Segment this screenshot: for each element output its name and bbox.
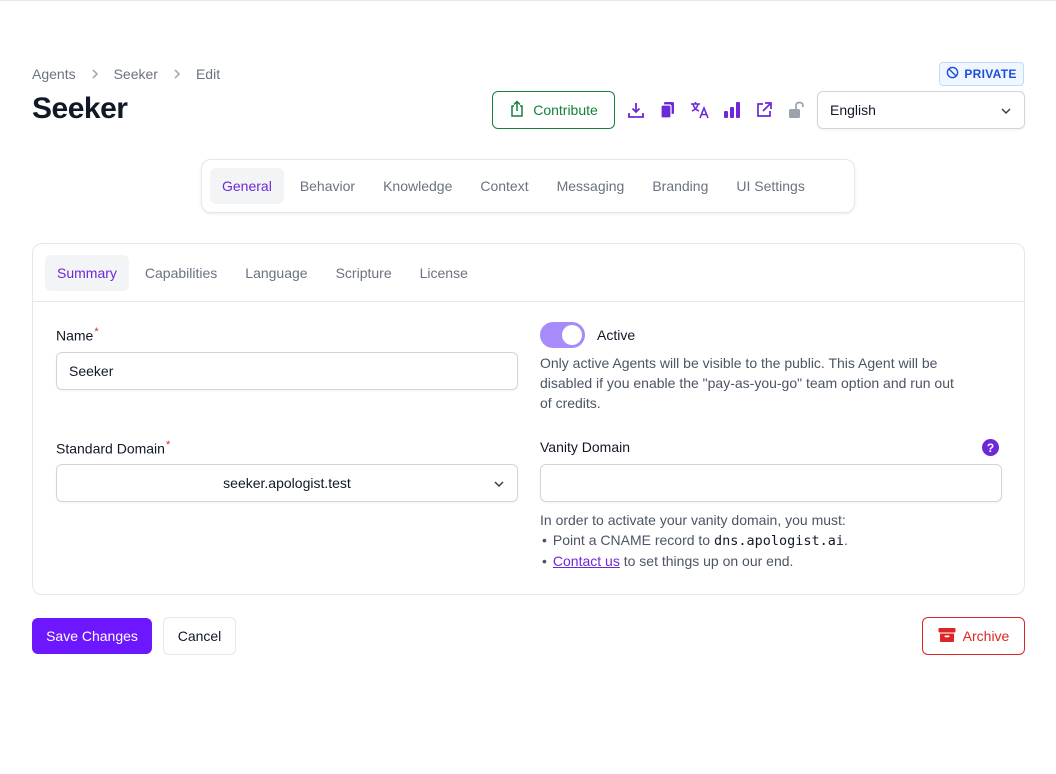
tab-messaging[interactable]: Messaging xyxy=(545,168,637,204)
tab-knowledge[interactable]: Knowledge xyxy=(371,168,464,204)
no-entry-icon xyxy=(946,66,959,82)
archive-button[interactable]: Archive xyxy=(922,617,1025,655)
archive-box-icon xyxy=(938,627,956,646)
vanity-step-1: • Point a CNAME record to dns.apologist.… xyxy=(540,530,1010,551)
subtab-license[interactable]: License xyxy=(408,255,480,291)
help-icon[interactable]: ? xyxy=(982,439,999,456)
cname-target: dns.apologist.ai xyxy=(713,533,845,549)
chevron-down-icon xyxy=(1000,104,1012,120)
active-toggle[interactable] xyxy=(540,322,585,348)
main-tabs: General Behavior Knowledge Context Messa… xyxy=(201,159,855,213)
breadcrumb-item-edit: Edit xyxy=(195,66,221,82)
download-icon[interactable] xyxy=(625,99,647,121)
vanity-help-text: In order to activate your vanity domain,… xyxy=(540,510,1010,571)
breadcrumb-item-agents[interactable]: Agents xyxy=(32,66,76,82)
breadcrumb: Agents Seeker Edit xyxy=(32,64,220,84)
active-label: Active xyxy=(597,327,636,343)
vanity-domain-input[interactable] xyxy=(540,464,1002,502)
save-changes-button[interactable]: Save Changes xyxy=(32,618,152,654)
active-help-line: Only active Agents will be visible to th… xyxy=(540,355,938,371)
standard-domain-label: Standard Domain* xyxy=(56,439,170,457)
active-help-line: disabled if you enable the "pay-as-you-g… xyxy=(540,375,954,391)
subtab-summary[interactable]: Summary xyxy=(45,254,129,291)
name-field[interactable]: Seeker xyxy=(56,352,518,390)
sub-tabs: Summary Capabilities Language Scripture … xyxy=(33,244,1024,302)
required-mark: * xyxy=(94,326,99,338)
standard-domain-label-text: Standard Domain xyxy=(56,440,165,457)
subtab-capabilities[interactable]: Capabilities xyxy=(133,255,229,291)
vanity-help-intro: In order to activate your vanity domain,… xyxy=(540,512,846,528)
cancel-button[interactable]: Cancel xyxy=(163,617,236,655)
top-divider xyxy=(0,0,1056,1)
bullet: • xyxy=(542,532,547,548)
tab-behavior[interactable]: Behavior xyxy=(288,168,367,204)
chevron-right-icon xyxy=(90,69,100,79)
private-badge: PRIVATE xyxy=(939,62,1024,86)
chevron-right-icon xyxy=(172,69,182,79)
subtab-scripture[interactable]: Scripture xyxy=(324,255,404,291)
language-select[interactable]: English xyxy=(817,91,1025,129)
vanity-step-2: • Contact us to set things up on our end… xyxy=(540,551,1010,571)
active-help-text: Only active Agents will be visible to th… xyxy=(540,353,1010,413)
required-mark: * xyxy=(165,439,171,451)
vanity-step2-suffix: to set things up on our end. xyxy=(623,553,794,569)
vanity-domain-label: Vanity Domain xyxy=(540,439,631,455)
name-label-text: Name xyxy=(56,327,94,344)
private-badge-label: PRIVATE xyxy=(964,67,1017,81)
analytics-icon[interactable] xyxy=(721,99,743,121)
contact-us-link[interactable]: Contact us xyxy=(553,553,620,569)
language-select-value: English xyxy=(830,102,876,118)
chevron-down-icon xyxy=(493,477,505,493)
unlock-icon[interactable] xyxy=(785,99,807,121)
name-field-value: Seeker xyxy=(69,363,114,379)
vanity-step1-text: Point a CNAME record to dns.apologist.ai… xyxy=(553,530,848,551)
translate-icon[interactable] xyxy=(689,99,711,121)
tab-general[interactable]: General xyxy=(210,168,284,204)
tab-ui-settings[interactable]: UI Settings xyxy=(724,168,816,204)
tab-branding[interactable]: Branding xyxy=(640,168,720,204)
vanity-step1-prefix: Point a CNAME record to xyxy=(552,532,711,548)
external-link-icon[interactable] xyxy=(753,99,775,121)
vanity-step2-text: Contact us to set things up on our end. xyxy=(553,551,794,571)
copy-icon[interactable] xyxy=(657,99,679,121)
page-title: Seeker xyxy=(32,92,128,125)
name-label: Name* xyxy=(56,326,99,344)
settings-card: Summary Capabilities Language Scripture … xyxy=(32,243,1025,595)
breadcrumb-item-seeker[interactable]: Seeker xyxy=(114,66,158,82)
tab-context[interactable]: Context xyxy=(468,168,540,204)
archive-label: Archive xyxy=(962,628,1010,644)
contribute-button[interactable]: Contribute xyxy=(492,91,615,129)
toggle-knob xyxy=(562,325,582,345)
vanity-step1-suffix: . xyxy=(844,532,848,548)
subtab-language[interactable]: Language xyxy=(233,255,319,291)
contribute-label: Contribute xyxy=(533,102,598,118)
share-upload-icon xyxy=(509,99,525,121)
standard-domain-select[interactable]: seeker.apologist.test xyxy=(56,464,518,502)
active-help-line: of credits. xyxy=(540,395,601,411)
bullet: • xyxy=(542,553,547,569)
standard-domain-value: seeker.apologist.test xyxy=(223,475,351,491)
